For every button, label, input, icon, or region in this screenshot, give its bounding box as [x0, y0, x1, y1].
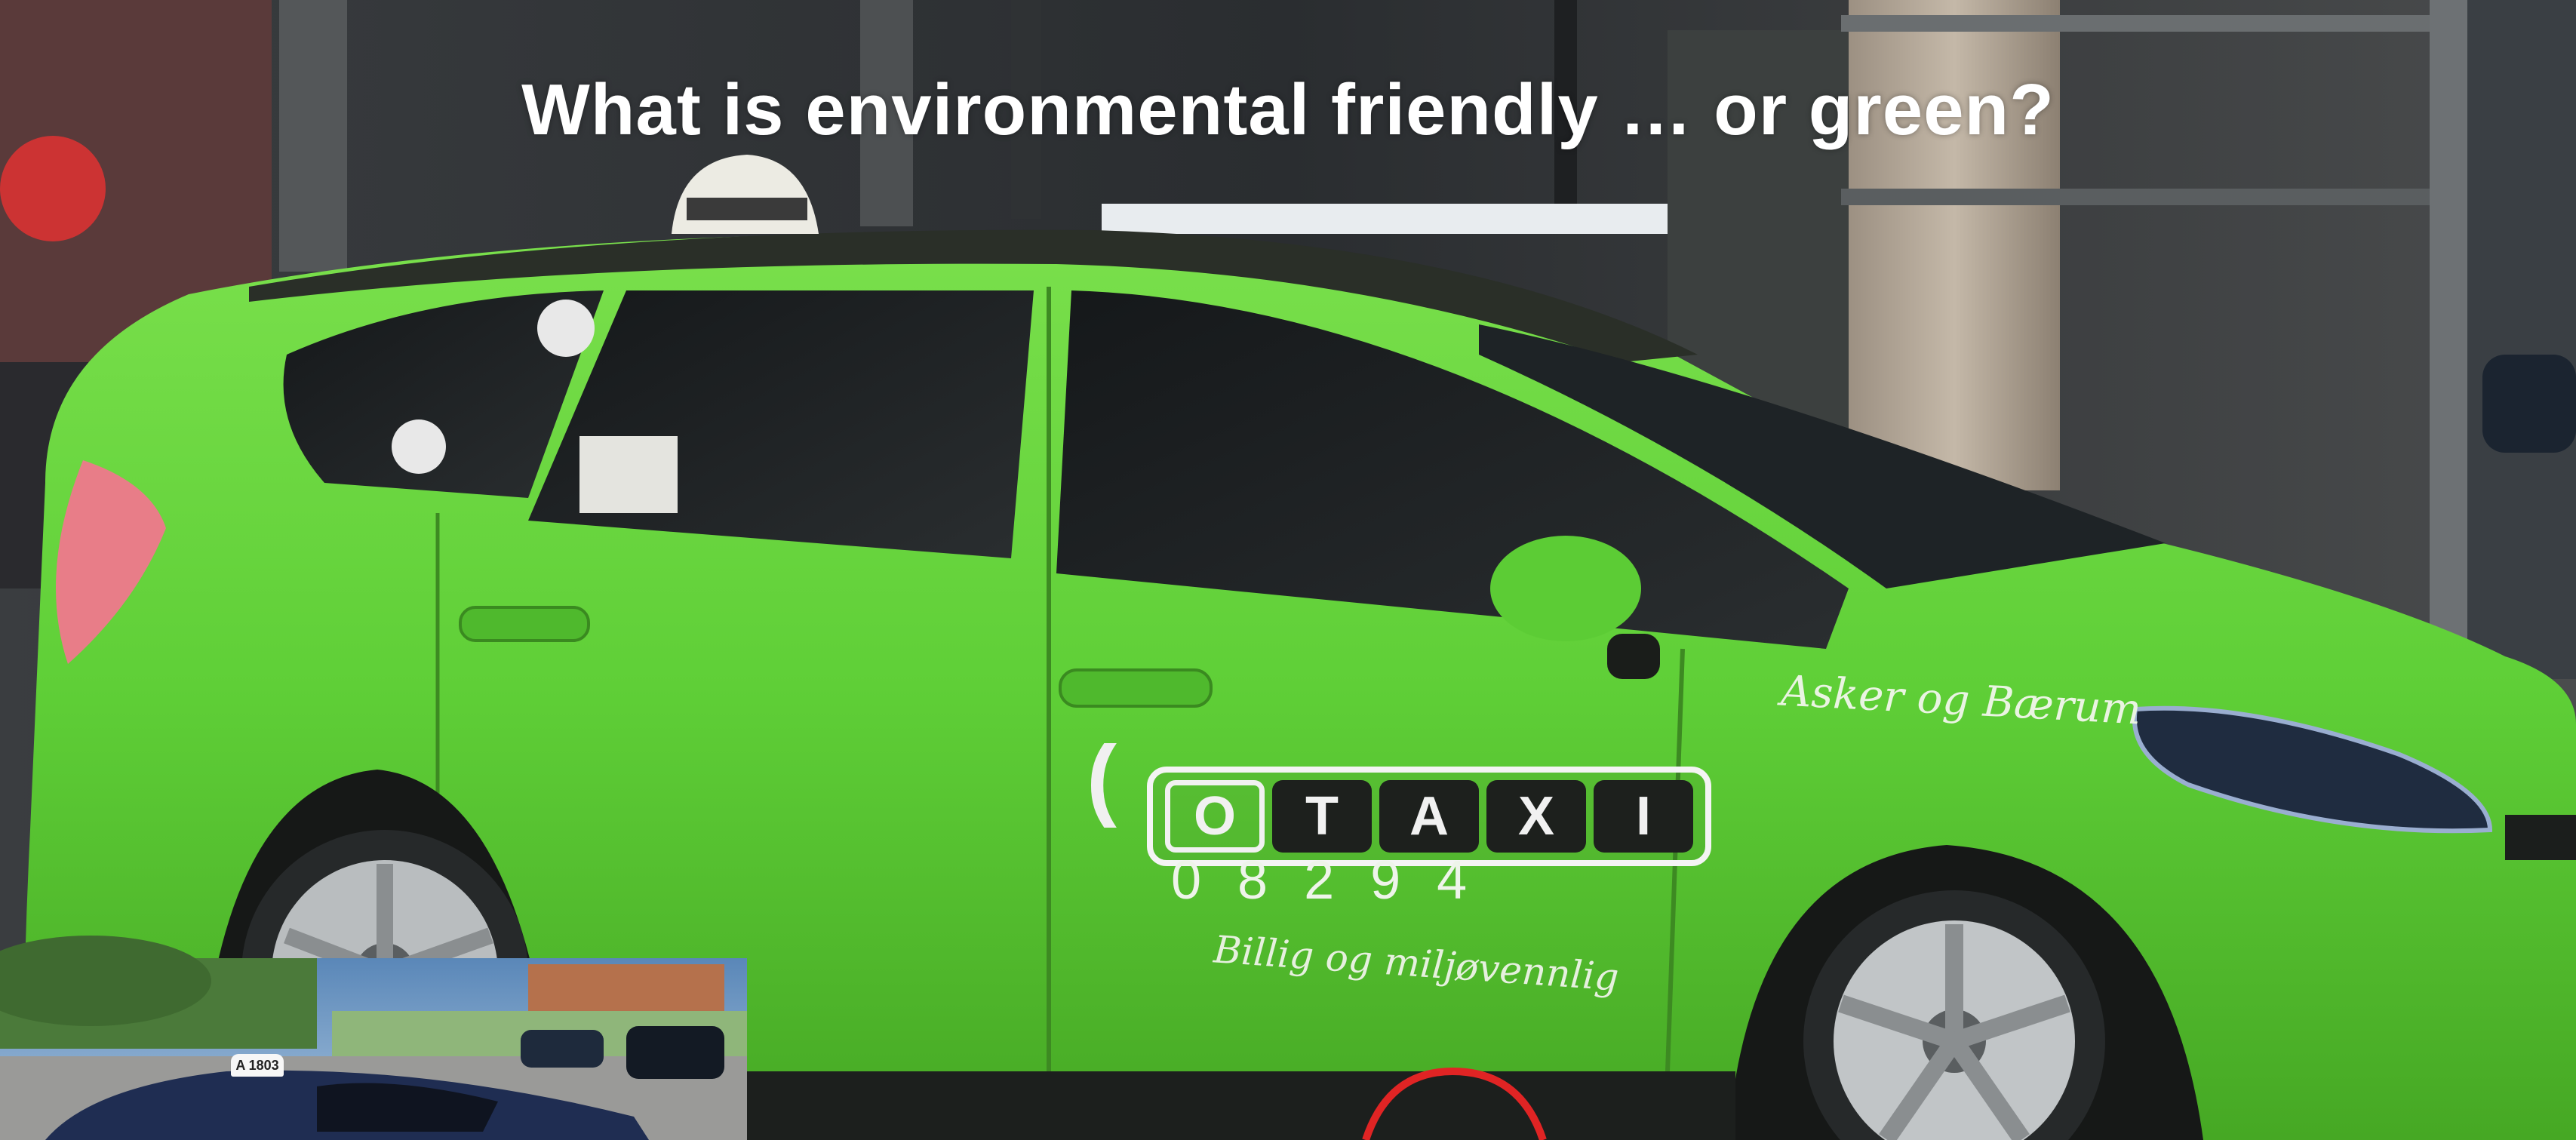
inset-roof-sign: A 1803: [231, 1054, 284, 1077]
bumper-vent: [2505, 815, 2576, 860]
taxi-phone-number: 08294: [1171, 850, 1504, 911]
window-sticker: [537, 300, 595, 357]
logo-letter: A: [1379, 780, 1479, 853]
window-sign: [579, 436, 678, 513]
logo-letter: I: [1594, 780, 1693, 853]
slide-title: What is environmental friendly … or gree…: [521, 69, 2055, 150]
logo-letter: X: [1486, 780, 1586, 853]
metal-railing: [1841, 15, 2460, 32]
taxi-logo-bracket: (: [1087, 727, 1117, 828]
logo-letter: T: [1272, 780, 1372, 853]
parked-car-background: [2482, 355, 2576, 453]
side-sill: [739, 1071, 1735, 1140]
poster-logo: [0, 136, 106, 241]
side-mirror: [1490, 536, 1641, 641]
inset-photo: [0, 936, 747, 1140]
door-handle: [1059, 668, 1213, 708]
door-handle: [459, 606, 590, 642]
ceiling-light: [1102, 204, 1675, 234]
photo-slide: What is environmental friendly … or gree…: [0, 0, 2576, 1140]
logo-letter: O: [1165, 780, 1265, 853]
window-sticker: [392, 419, 446, 474]
